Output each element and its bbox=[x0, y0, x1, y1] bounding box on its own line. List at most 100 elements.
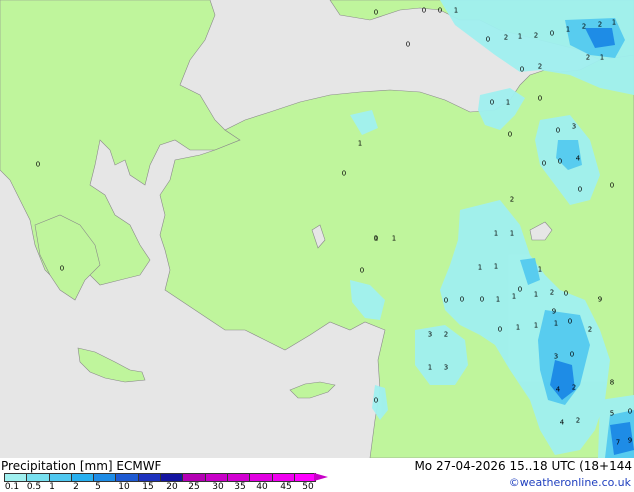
rain-value-label: 2 bbox=[587, 325, 593, 334]
rain-value-label: 0 bbox=[443, 296, 449, 305]
rain-value-label: 1 bbox=[493, 229, 499, 238]
rain-value-label: 1 bbox=[537, 265, 543, 274]
rain-value-label: 1 bbox=[611, 18, 617, 27]
rain-value-label: 0 bbox=[557, 157, 563, 166]
legend-arrow-icon bbox=[314, 473, 328, 481]
legend-tick-label: 45 bbox=[280, 482, 292, 492]
rain-value-label: 0 bbox=[479, 295, 485, 304]
rain-value-label: 2 bbox=[571, 383, 577, 392]
rain-value-label: 0 bbox=[569, 350, 575, 359]
rain-value-label: 0 bbox=[437, 6, 443, 15]
legend-swatch bbox=[249, 473, 272, 482]
rain-value-label: 1 bbox=[565, 25, 571, 34]
rain-value-label: 0 bbox=[341, 169, 347, 178]
rain-value-label: 1 bbox=[477, 263, 483, 272]
rain-value-label: 0 bbox=[497, 325, 503, 334]
rain-value-label: 2 bbox=[509, 195, 515, 204]
legend-swatch bbox=[4, 473, 27, 482]
rain-value-label: 0 bbox=[373, 396, 379, 405]
rain-value-label: 9 bbox=[597, 295, 603, 304]
rain-value-label: 2 bbox=[597, 20, 603, 29]
rain-value-label: 0 bbox=[555, 126, 561, 135]
rain-value-label: 5 bbox=[609, 409, 615, 418]
rain-value-label: 2 bbox=[443, 330, 449, 339]
legend-tick-label: 1 bbox=[49, 482, 55, 492]
rain-value-label: 0 bbox=[359, 266, 365, 275]
legend-tick-label: 2 bbox=[73, 482, 79, 492]
legend-swatch bbox=[182, 473, 205, 482]
map-title: Precipitation [mm] ECMWF bbox=[1, 459, 162, 473]
rain-value-label: 0 bbox=[459, 295, 465, 304]
rain-value-label: 1 bbox=[391, 234, 397, 243]
run-info: Mo 27-04-2026 15..18 UTC (18+144 bbox=[414, 459, 632, 473]
precipitation-map: 0001002120122120120100030100040021101110… bbox=[0, 0, 634, 458]
legend-tick-label: 25 bbox=[188, 482, 200, 492]
rain-value-label: 1 bbox=[553, 319, 559, 328]
rain-value-label: 2 bbox=[585, 53, 591, 62]
rain-value-label: 2 bbox=[575, 416, 581, 425]
rain-value-label: 0 bbox=[519, 65, 525, 74]
rain-value-label: 2 bbox=[533, 31, 539, 40]
legend-tick-label: 50 bbox=[302, 482, 314, 492]
legend-swatch bbox=[271, 473, 294, 482]
rain-value-label: 0 bbox=[537, 94, 543, 103]
rain-value-label: 0 bbox=[35, 160, 41, 169]
footer-bar: Precipitation [mm] ECMWF Mo 27-04-2026 1… bbox=[0, 458, 634, 492]
rain-value-label: 1 bbox=[599, 53, 605, 62]
legend-tick-label: 0.1 bbox=[4, 482, 20, 492]
color-legend bbox=[4, 473, 317, 482]
rain-value-label: 4 bbox=[559, 418, 565, 427]
rain-value-label: 1 bbox=[373, 234, 379, 243]
legend-swatch bbox=[26, 473, 49, 482]
rain-value-label: 7 bbox=[615, 438, 621, 447]
rain-value-label: 8 bbox=[609, 378, 615, 387]
legend-tick-label: 35 bbox=[234, 482, 246, 492]
rain-value-label: 0 bbox=[485, 35, 491, 44]
rain-value-label: 1 bbox=[509, 229, 515, 238]
rain-value-label: 3 bbox=[553, 352, 559, 361]
land-crete bbox=[77, 347, 146, 383]
rain-value-label: 4 bbox=[555, 385, 561, 394]
legend-swatch bbox=[160, 473, 183, 482]
legend-tick-label: 15 bbox=[142, 482, 154, 492]
legend-swatch bbox=[204, 473, 227, 482]
legend-swatch bbox=[293, 473, 317, 482]
credit-link[interactable]: ©weatheronline.co.uk bbox=[509, 476, 631, 489]
rain-value-label: 3 bbox=[571, 122, 577, 131]
rain-value-label: 0 bbox=[567, 317, 573, 326]
rain-value-label: 3 bbox=[443, 363, 449, 372]
rain-value-label: 4 bbox=[575, 154, 581, 163]
rain-value-label: 1 bbox=[427, 363, 433, 372]
rain-value-label: 1 bbox=[493, 262, 499, 271]
rain-value-label: 1 bbox=[357, 139, 363, 148]
legend-swatch bbox=[70, 473, 94, 482]
rain-value-label: 0 bbox=[609, 181, 615, 190]
legend-tick-label: 0.5 bbox=[26, 482, 42, 492]
legend-tick-label: 30 bbox=[212, 482, 224, 492]
legend-swatch bbox=[226, 473, 250, 482]
land-cyprus bbox=[289, 381, 336, 399]
legend-swatch bbox=[48, 473, 71, 482]
rain-value-label: 0 bbox=[577, 185, 583, 194]
rain-value-label: 0 bbox=[549, 29, 555, 38]
rain-value-label: 1 bbox=[453, 6, 459, 15]
rain-value-label: 2 bbox=[537, 62, 543, 71]
rain-value-label: 2 bbox=[581, 22, 587, 31]
legend-swatch bbox=[137, 473, 161, 482]
legend-tick-label: 40 bbox=[256, 482, 268, 492]
rain-value-label: 0 bbox=[59, 264, 65, 273]
rain-value-label: 0 bbox=[563, 289, 569, 298]
rain-value-label: 0 bbox=[541, 159, 547, 168]
rain-value-label: 9 bbox=[551, 307, 557, 316]
rain-value-label: 3 bbox=[427, 330, 433, 339]
rain-value-label: 0 bbox=[373, 8, 379, 17]
rain-value-label: 1 bbox=[533, 321, 539, 330]
rain-value-label: 0 bbox=[507, 130, 513, 139]
rain-value-label: 1 bbox=[495, 295, 501, 304]
rain-value-label: 1 bbox=[511, 292, 517, 301]
legend-swatch bbox=[115, 473, 138, 482]
rain-value-label: 9 bbox=[627, 436, 633, 445]
rain-value-label: 0 bbox=[421, 6, 427, 15]
rain-value-label: 1 bbox=[515, 323, 521, 332]
rain-value-label: 0 bbox=[405, 40, 411, 49]
